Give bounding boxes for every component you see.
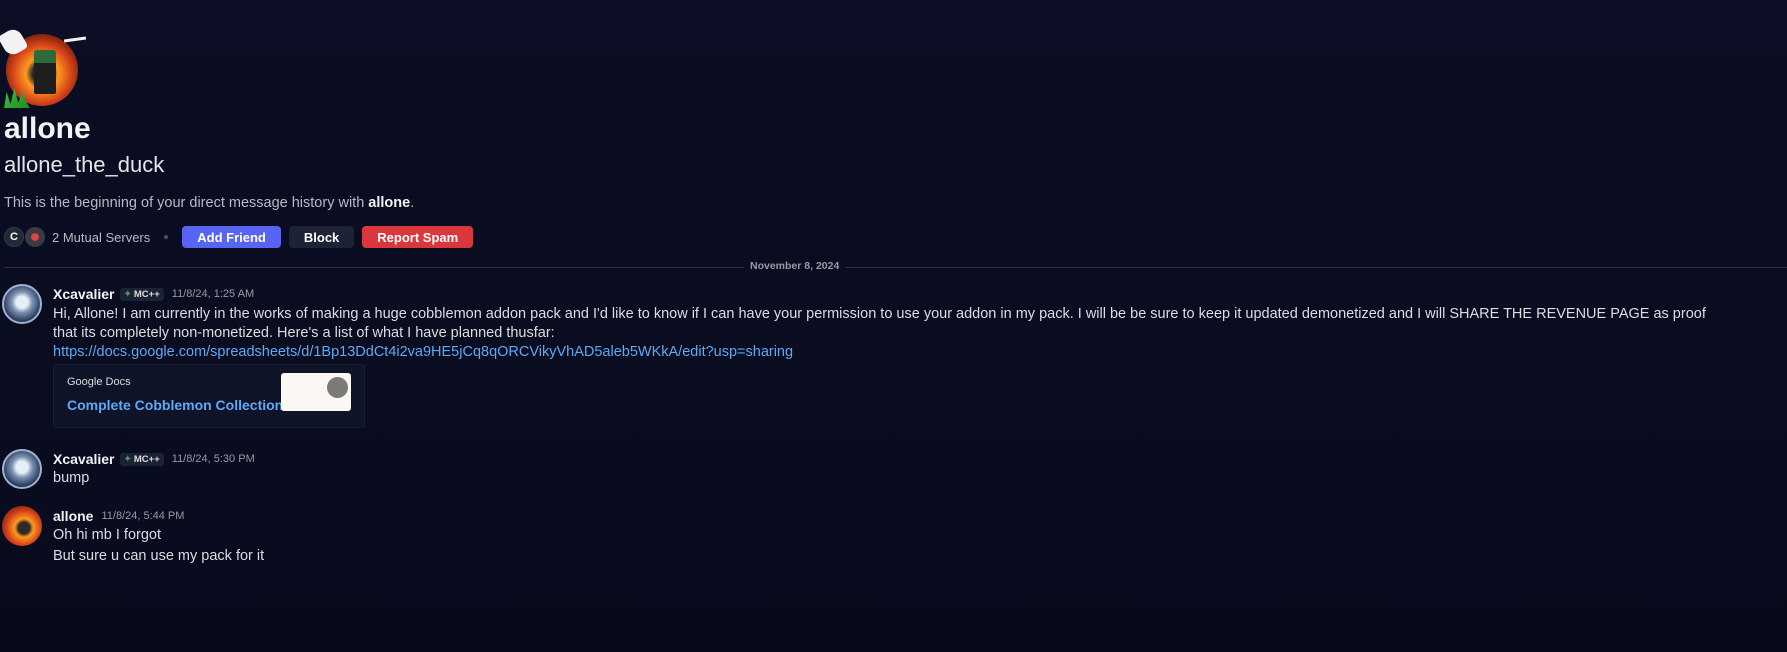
sparkle-icon: ✦ [123,453,132,465]
avatar[interactable] [2,449,42,489]
thumbnail-image [327,377,348,398]
server-icon[interactable] [25,227,45,247]
message-header: Xcavalier ✦ MC++ 11/8/24, 1:25 AM [53,286,254,302]
intro-suffix: . [410,195,415,211]
block-button[interactable]: Block [288,226,355,248]
author-name[interactable]: Xcavalier [53,286,115,302]
embed-title[interactable]: Complete Cobblemon Collection [67,397,283,413]
server-icon[interactable]: C [4,227,24,247]
separator-dot [164,235,169,239]
intro-prefix: This is the beginning of your direct mes… [4,195,369,211]
message-content: bump [53,469,1778,488]
message-line: Oh hi mb I forgot [53,527,161,543]
author-name[interactable]: Xcavalier [53,451,115,467]
embed-provider: Google Docs [67,376,131,388]
message-content: Oh hi mb I forgot But sure u can use my … [53,526,1778,566]
message-link[interactable]: https://docs.google.com/spreadsheets/d/1… [53,344,793,360]
profile-avatar[interactable] [0,26,87,110]
server-tag-label: MC++ [133,453,160,465]
author-name[interactable]: allone [53,508,93,524]
message-content: Hi, Allone! I am currently in the works … [53,305,1778,362]
dm-intro-text: This is the beginning of your direct mes… [4,195,414,211]
timestamp[interactable]: 11/8/24, 5:44 PM [101,510,184,522]
profile-display-name: allone [4,112,91,145]
mutual-servers-link[interactable]: 2 Mutual Servers [52,230,150,245]
message-line: bump [53,470,90,486]
embed-thumbnail[interactable] [281,373,351,411]
avatar-figure [34,50,56,94]
report-spam-button[interactable]: Report Spam [362,226,474,248]
avatar[interactable] [2,284,42,324]
wand-decoration [63,36,87,43]
sparkle-icon: ✦ [123,288,132,300]
add-friend-button[interactable]: Add Friend [182,226,281,248]
message-header: Xcavalier ✦ MC++ 11/8/24, 5:30 PM [53,451,255,467]
date-divider [4,267,1787,268]
date-divider-label: November 8, 2024 [744,260,846,272]
message-line: that its completely non-monetized. Here'… [53,325,555,341]
timestamp[interactable]: 11/8/24, 5:30 PM [172,453,255,465]
link-embed: Google Docs Complete Cobblemon Collectio… [53,364,365,428]
intro-name: allone [368,195,411,211]
message-line: Hi, Allone! I am currently in the works … [53,306,1706,322]
avatar[interactable] [2,506,42,546]
profile-username: allone_the_duck [4,152,165,177]
timestamp[interactable]: 11/8/24, 1:25 AM [172,288,254,300]
server-tag[interactable]: ✦ MC++ [119,452,164,466]
server-tag[interactable]: ✦ MC++ [119,287,164,301]
mutual-servers-row: C 2 Mutual Servers Add Friend Block Repo… [4,226,481,248]
message-header: allone 11/8/24, 5:44 PM [53,508,184,524]
message-line: But sure u can use my pack for it [53,548,265,564]
server-tag-label: MC++ [133,288,160,300]
